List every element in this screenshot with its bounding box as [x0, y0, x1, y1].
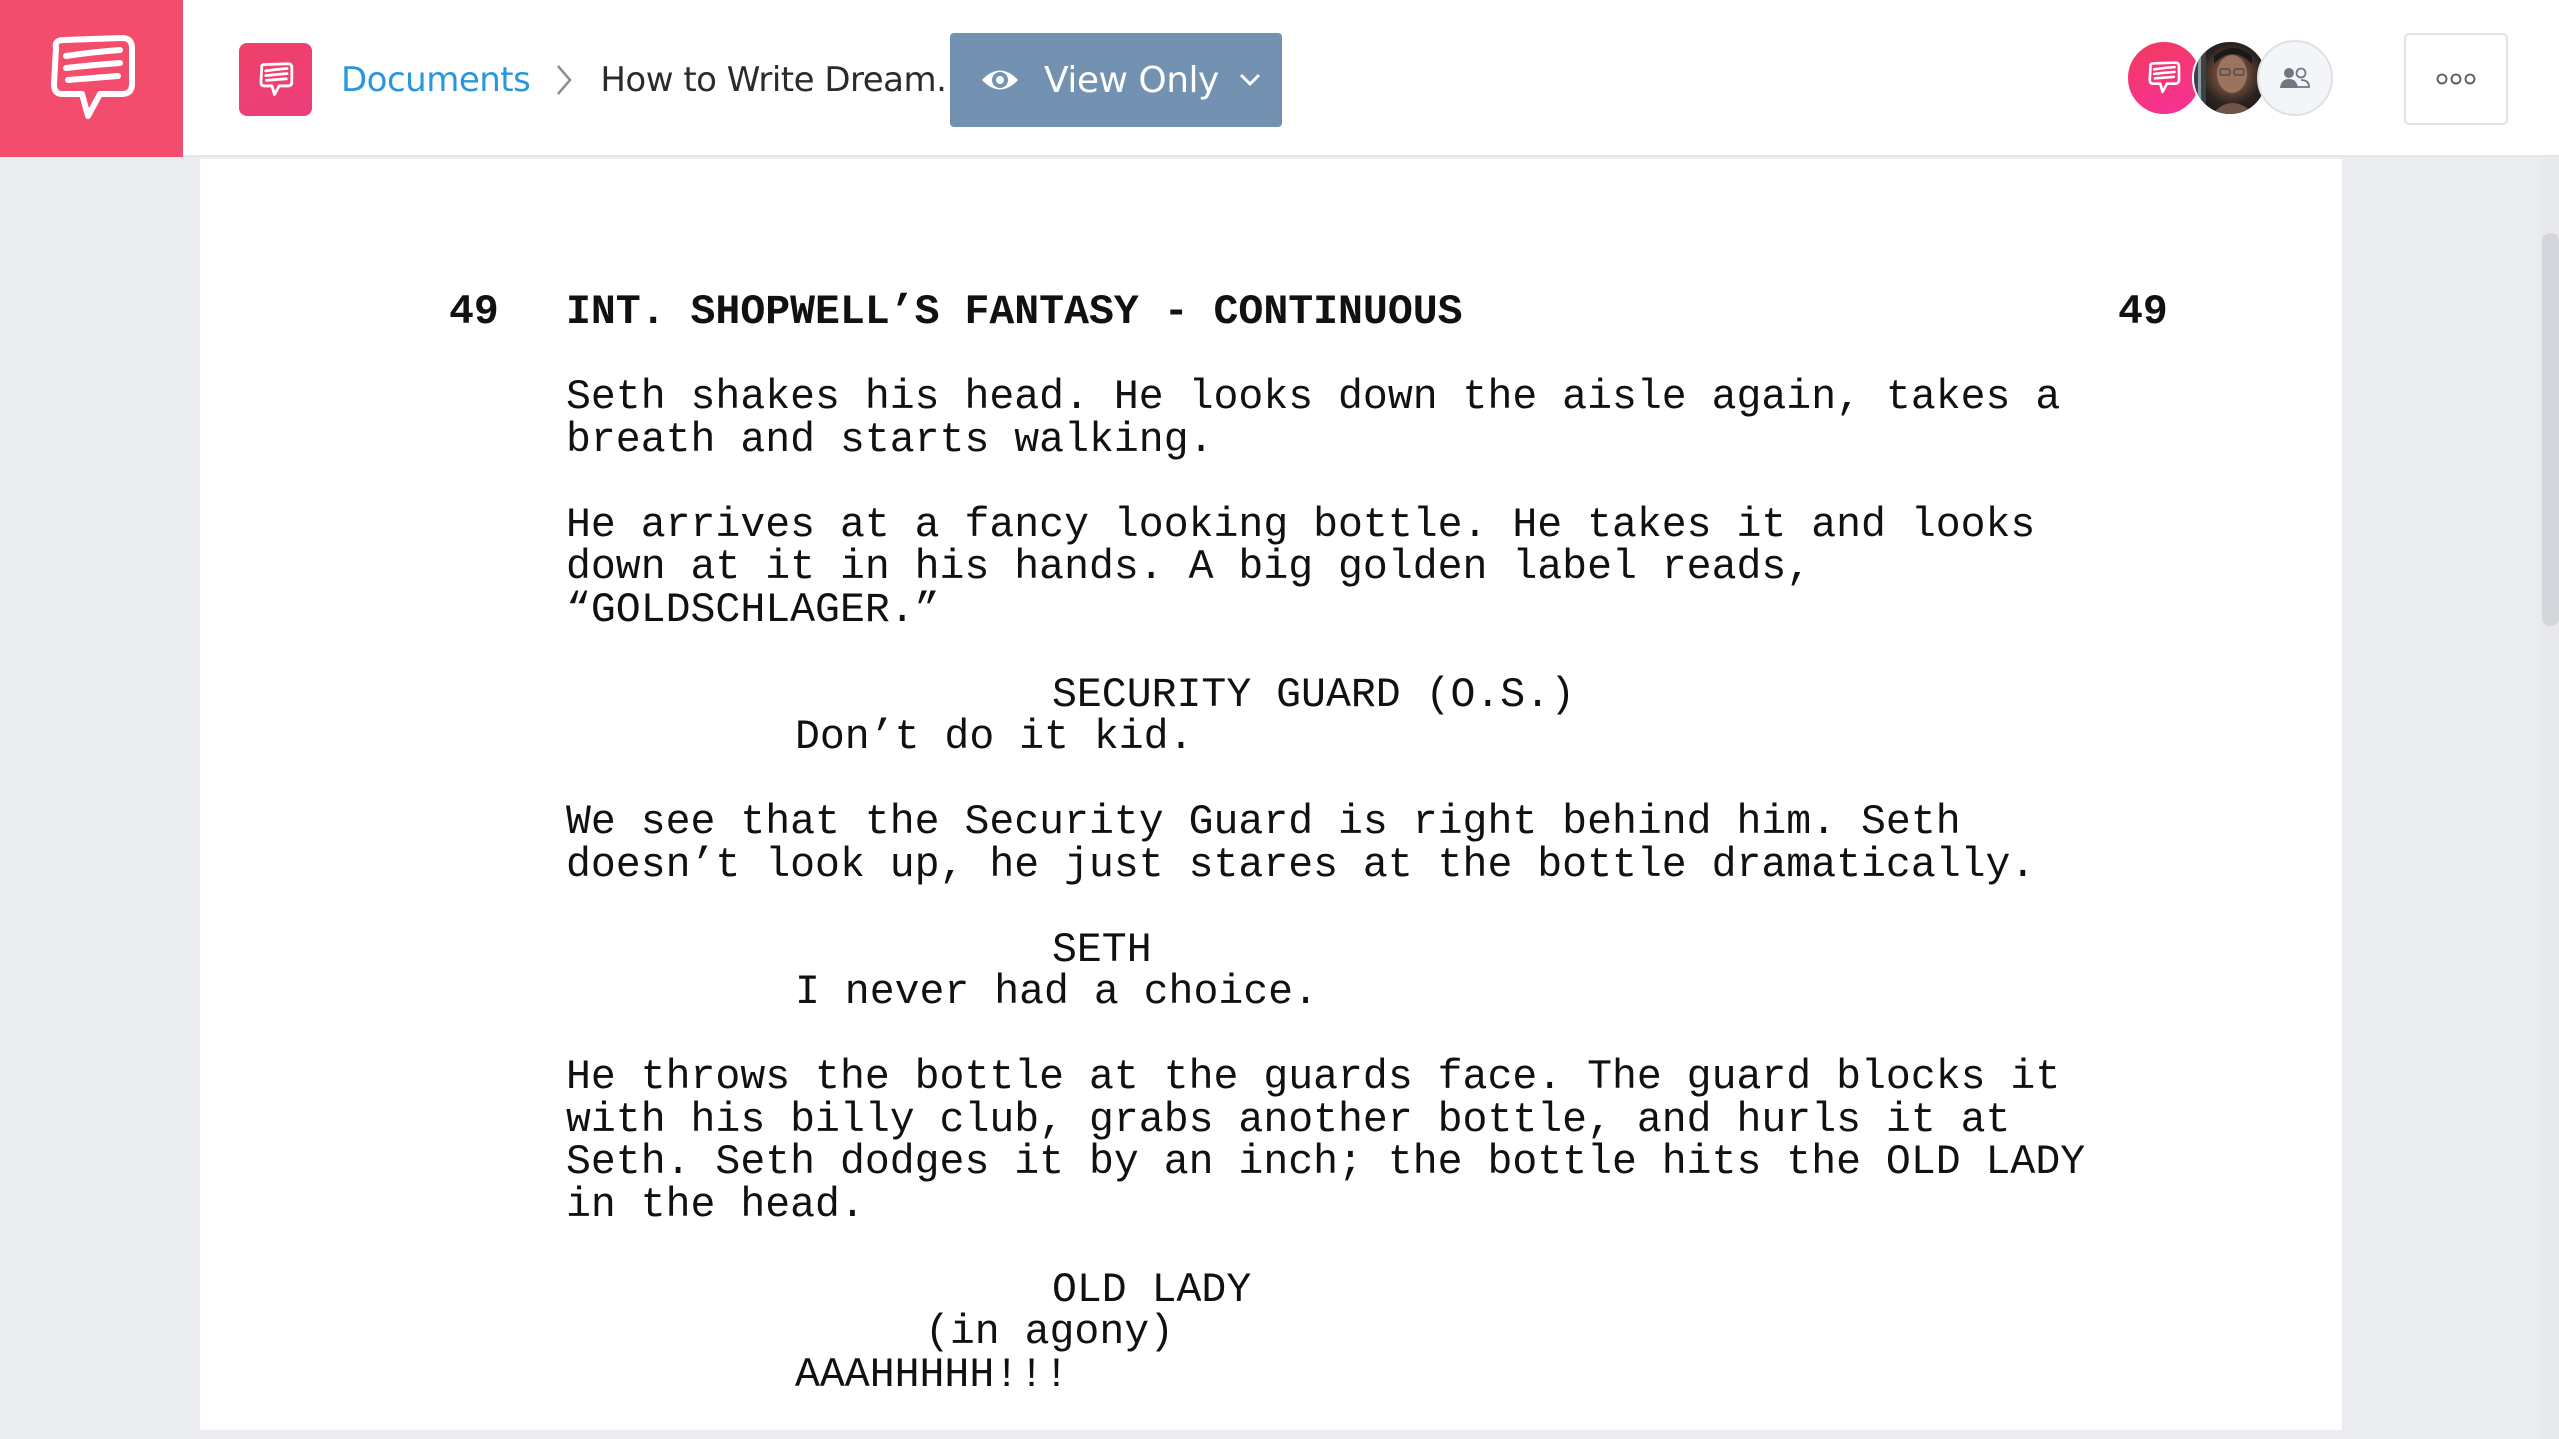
chat-bubble-logo-icon — [50, 34, 135, 119]
action-line: breath and starts walking. — [566, 416, 1214, 464]
scene-heading: INT. SHOPWELL’S FANTASY - CONTINUOUS — [566, 289, 1463, 336]
more-horizontal-icon — [2436, 73, 2476, 85]
dialogue-line: I never had a choice. — [795, 969, 1318, 1016]
chevron-right-icon — [544, 60, 584, 100]
user-photo — [2194, 42, 2254, 114]
more-options-button[interactable] — [2404, 33, 2508, 125]
screenplay-page: 49 INT. SHOPWELL’S FANTASY - CONTINUOUS … — [200, 159, 2342, 1430]
collaborator-avatars — [2126, 40, 2336, 116]
brand-logo[interactable] — [0, 0, 183, 157]
avatar-brand[interactable] — [2126, 40, 2202, 116]
character-line: SETH — [1052, 926, 1152, 974]
action-line: He throws the bottle at the guards face.… — [566, 1054, 2061, 1101]
action-line: in the head. — [566, 1181, 865, 1229]
action-line: He arrives at a fancy looking bottle. He… — [566, 501, 2036, 549]
breadcrumb: Documents How to Write Dream.. — [341, 48, 957, 112]
breadcrumb-documents-link[interactable]: Documents — [341, 60, 531, 100]
action-line: doesn’t look up, he just stares at the b… — [566, 841, 2036, 889]
character-line: SECURITY GUARD (O.S.) — [1052, 671, 1575, 719]
chat-bubble-icon — [259, 61, 293, 96]
action-line: Seth. Seth dodges it by an inch; the bot… — [566, 1139, 2086, 1186]
scene-number-right: 49 — [2118, 289, 2168, 336]
top-bar: Documents How to Write Dream.. View Only — [0, 0, 2559, 157]
chevron-down-icon — [1237, 67, 1263, 93]
action-line: down at it in his hands. A big golden la… — [566, 544, 1812, 591]
document-type-icon[interactable] — [239, 43, 312, 116]
share-collaborators-button[interactable] — [2257, 40, 2333, 116]
character-line: OLD LADY — [1052, 1266, 1252, 1314]
chat-bubble-icon — [2148, 61, 2181, 94]
breadcrumb-current-document: How to Write Dream.. — [600, 60, 957, 100]
parenthetical-line: (in agony) — [925, 1309, 1175, 1356]
action-line: Seth shakes his head. He looks down the … — [566, 374, 2061, 421]
view-only-label: View Only — [1044, 59, 1219, 101]
eye-icon — [980, 65, 1020, 95]
action-line: “GOLDSCHLAGER.” — [566, 586, 940, 634]
action-line: We see that the Security Guard is right … — [566, 799, 1961, 846]
screenplay-content: 49 INT. SHOPWELL’S FANTASY - CONTINUOUS … — [200, 159, 2342, 1396]
dialogue-line: AAAHHHHH!!! — [795, 1351, 1069, 1399]
scene-number-left: 49 — [449, 289, 499, 336]
scrollbar-thumb[interactable] — [2542, 233, 2559, 626]
action-line: with his billy club, grabs another bottl… — [566, 1096, 2011, 1144]
dialogue-line: Don’t do it kid. — [795, 714, 1194, 761]
users-icon — [2280, 67, 2310, 88]
view-only-dropdown-button[interactable]: View Only — [950, 33, 1282, 127]
